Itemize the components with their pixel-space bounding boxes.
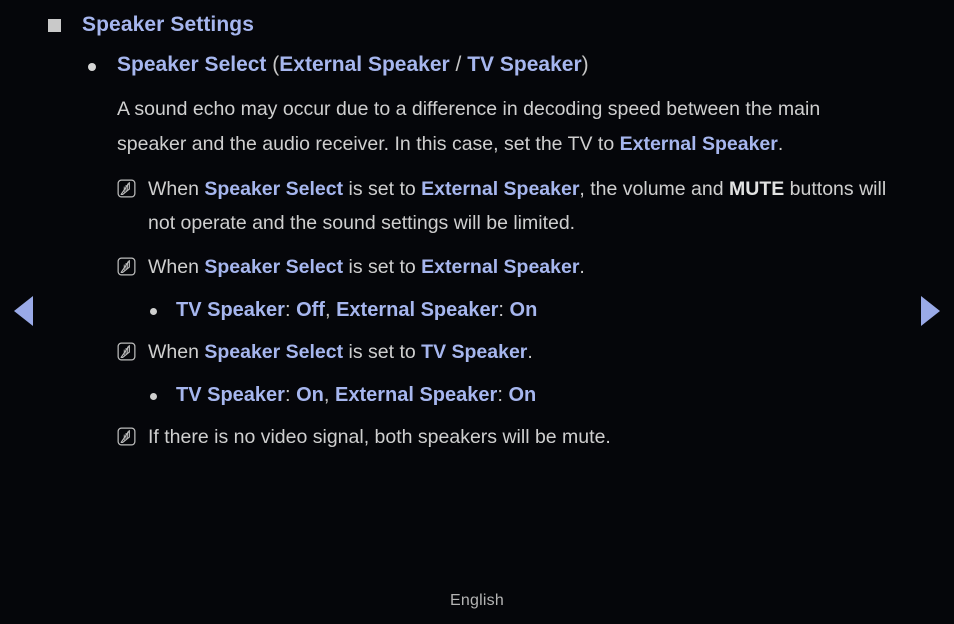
sub-1-comma: , <box>324 299 337 321</box>
note-keyword-1-mute: MUTE <box>729 178 785 200</box>
sub-bullet-row: TV Speaker: On, External Speaker: On <box>150 369 954 410</box>
sub-1-tv-speaker-label: TV Speaker <box>176 299 285 321</box>
topic-option-separator: / <box>449 53 468 76</box>
note-text-1-b: is set to <box>343 178 422 200</box>
sub-2-tv-speaker-value: On <box>296 384 324 406</box>
note-text: If there is no video signal, both speake… <box>148 420 611 454</box>
note-text-3-c: . <box>527 341 533 363</box>
topic-bullet-text: Speaker Select (External Speaker / TV Sp… <box>117 50 589 80</box>
note-text-2-c: . <box>579 256 585 278</box>
note-row: When Speaker Select is set to External S… <box>117 240 894 284</box>
note-text-2-b: is set to <box>343 256 422 278</box>
sub-1-external-speaker-label: External Speaker <box>336 299 499 321</box>
topic-paren-close: ) <box>581 53 589 76</box>
sub-2-comma: , <box>323 384 335 406</box>
note-text-1-c: , the volume and <box>579 178 730 200</box>
note-text: When Speaker Select is set to External S… <box>148 250 585 284</box>
topic-paren-open: ( <box>266 53 280 76</box>
tv-manual-screen: Speaker Settings Speaker Select (Externa… <box>0 0 954 624</box>
sub-bullet-row: TV Speaker: Off, External Speaker: On <box>150 284 954 325</box>
note-pen-icon <box>117 427 136 446</box>
footer: English <box>0 592 954 610</box>
note-keyword-1-a: Speaker Select <box>204 178 344 200</box>
page-title: Speaker Settings <box>82 13 254 36</box>
note-text: When Speaker Select is set to External S… <box>148 172 894 240</box>
note-text-2-a: When <box>148 256 205 278</box>
topic-option-tv: TV Speaker <box>467 53 582 76</box>
note-pen-icon <box>117 342 136 361</box>
note-text: When Speaker Select is set to TV Speaker… <box>148 335 533 369</box>
sub-2-external-speaker-value: On <box>508 384 537 406</box>
note-keyword-2-b: External Speaker <box>421 256 580 278</box>
sub-2-colon-b: : <box>497 384 509 406</box>
note-keyword-2-a: Speaker Select <box>204 256 344 278</box>
language-label: English <box>450 592 504 609</box>
sub-bullet-icon <box>150 308 157 315</box>
note-pen-icon <box>117 179 136 198</box>
sub-1-external-speaker-value: On <box>509 299 538 321</box>
description-emphasis: External Speaker <box>619 133 778 155</box>
sub-2-external-speaker-label: External Speaker <box>334 384 498 406</box>
sub-bullet-text: TV Speaker: Off, External Speaker: On <box>176 295 537 325</box>
manual-content: Speaker Settings Speaker Select (Externa… <box>0 0 954 454</box>
note-row: If there is no video signal, both speake… <box>117 410 894 454</box>
note-keyword-3-a: Speaker Select <box>204 341 344 363</box>
round-bullet-icon <box>88 63 96 71</box>
topic-name: Speaker Select <box>117 53 267 76</box>
topic-option-external: External Speaker <box>279 53 450 76</box>
note-text-4-a: If there is no video signal, both speake… <box>148 426 611 448</box>
note-keyword-3-b: TV Speaker <box>421 341 528 363</box>
sub-bullet-icon <box>150 393 157 400</box>
sub-1-colon-b: : <box>498 299 510 321</box>
note-row: When Speaker Select is set to External S… <box>117 162 894 240</box>
note-text-3-b: is set to <box>343 341 422 363</box>
note-keyword-1-b: External Speaker <box>421 178 580 200</box>
sub-1-colon-a: : <box>284 299 297 321</box>
sub-2-tv-speaker-label: TV Speaker <box>176 384 285 406</box>
note-pen-icon <box>117 257 136 276</box>
note-text-3-a: When <box>148 341 205 363</box>
note-row: When Speaker Select is set to TV Speaker… <box>117 325 894 369</box>
sub-2-colon-a: : <box>284 384 297 406</box>
square-bullet-icon <box>48 19 61 32</box>
description-paragraph: A sound echo may occur due to a differen… <box>117 80 884 162</box>
topic-bullet-row: Speaker Select (External Speaker / TV Sp… <box>0 39 954 80</box>
section-heading: Speaker Settings <box>0 0 954 39</box>
description-text-part-2: . <box>777 133 784 155</box>
note-text-1-a: When <box>148 178 205 200</box>
sub-bullet-text: TV Speaker: On, External Speaker: On <box>176 380 536 410</box>
sub-1-tv-speaker-value: Off <box>296 299 325 321</box>
